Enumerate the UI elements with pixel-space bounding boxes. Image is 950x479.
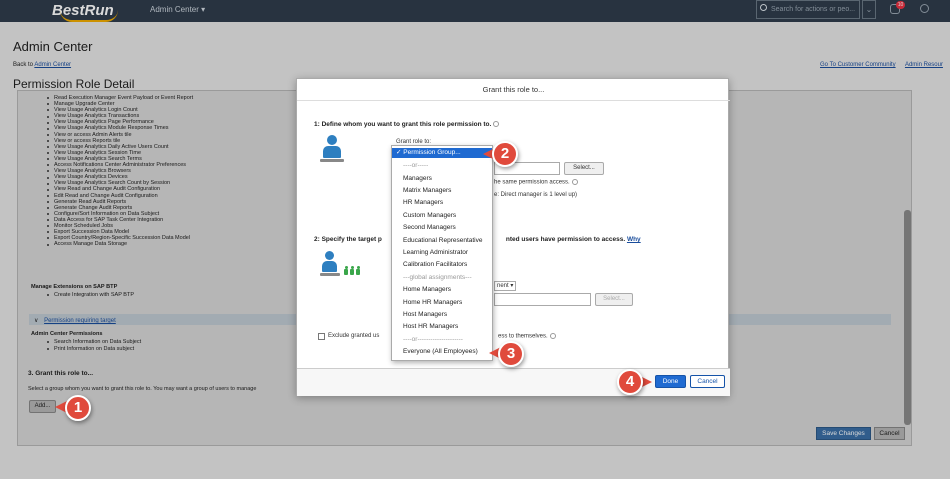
step1-text: 1: Define whom you want to grant this ro… — [314, 121, 492, 128]
why-link[interactable]: Why — [627, 236, 641, 243]
dropdown-option-everyone[interactable]: Everyone (All Employees) — [392, 346, 492, 358]
same-access-label: he same permission access. — [494, 179, 570, 186]
exclude-self-checkbox[interactable] — [318, 333, 325, 340]
dialog-title: Grant this role to... — [297, 79, 730, 101]
dropdown-option[interactable]: Educational Representative — [392, 235, 492, 247]
target-icon-head — [325, 251, 334, 260]
exclude-label-prefix: Exclude granted us — [328, 333, 380, 339]
dropdown-separator: ----or--------------------- — [403, 335, 463, 343]
dropdown-option[interactable]: HR Managers — [392, 197, 492, 209]
target-group-input[interactable] — [494, 293, 591, 306]
user-icon-base — [320, 159, 344, 162]
same-access-text: he same permission access. — [494, 179, 578, 186]
exclude-label-suffix: ess to themselves. — [498, 333, 556, 340]
help-icon[interactable] — [571, 179, 578, 185]
dialog-cancel-button[interactable]: Cancel — [690, 375, 725, 388]
dropdown-option[interactable]: Calibration Facilitators — [392, 259, 492, 271]
manager-note-text: e: Direct manager is 1 level up) — [494, 192, 578, 198]
target-type-select[interactable]: nent ▾ — [494, 281, 517, 291]
dropdown-option[interactable]: Home HR Managers — [392, 297, 492, 309]
help-icon[interactable] — [493, 121, 500, 128]
step2-suffix: nted users have permission to access. — [505, 236, 626, 243]
dropdown-option[interactable]: Managers — [392, 173, 492, 185]
step-marker-2: 2 — [492, 141, 518, 167]
step2-prefix: 2: Specify the target p — [314, 236, 382, 243]
help-icon[interactable] — [549, 333, 556, 339]
dropdown-separator: ----or----- — [403, 162, 429, 169]
dropdown-option[interactable]: Host Managers — [392, 309, 492, 321]
user-icon-head — [327, 135, 337, 145]
target-group-icon — [320, 251, 370, 281]
dropdown-option[interactable]: Home Managers — [392, 284, 492, 296]
dropdown-option[interactable]: Custom Managers — [392, 210, 492, 222]
dropdown-separator: ---global assignments--- — [403, 273, 472, 281]
done-button[interactable]: Done — [655, 375, 686, 388]
green-person-icon — [350, 266, 354, 275]
step-marker-1: 1 — [65, 395, 91, 421]
dropdown-option-permission-group[interactable]: ✓ Permission Group... — [392, 148, 492, 158]
dropdown-option[interactable]: Second Managers — [392, 222, 492, 234]
target-icon-base — [320, 273, 340, 276]
single-user-icon — [320, 135, 344, 165]
step1-heading: 1: Define whom you want to grant this ro… — [314, 121, 500, 128]
green-person-icon — [356, 266, 360, 275]
dropdown-option[interactable]: Learning Administrator — [392, 247, 492, 259]
grant-role-to-dropdown[interactable]: ✓ Permission Group... ----or----- Manage… — [391, 145, 493, 361]
select-target-button[interactable]: Select... — [595, 293, 633, 306]
user-icon-body — [323, 146, 341, 158]
target-icon-body — [322, 261, 337, 272]
step-marker-3: 3 — [498, 341, 524, 367]
select-group-button[interactable]: Select... — [564, 162, 604, 175]
dropdown-option[interactable]: Host HR Managers — [392, 321, 492, 333]
exclude-label-text: ess to themselves. — [498, 333, 548, 340]
step-marker-4: 4 — [617, 369, 643, 395]
dropdown-option[interactable]: Matrix Managers — [392, 185, 492, 197]
green-person-icon — [344, 266, 348, 275]
